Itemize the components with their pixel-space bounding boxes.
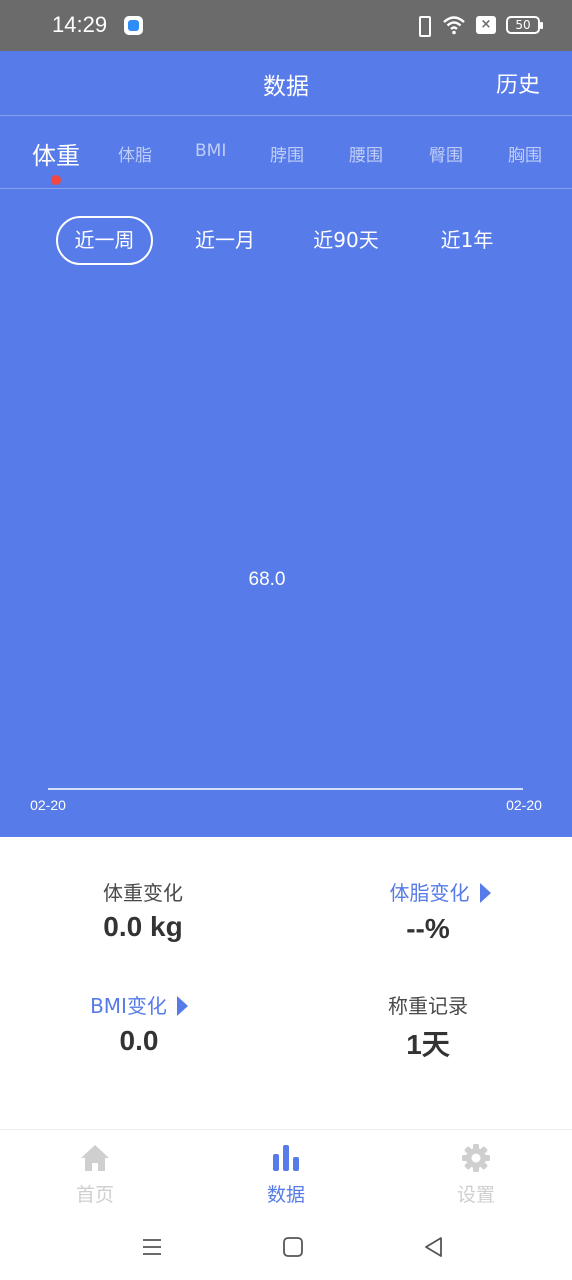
no-sim-icon: × xyxy=(476,16,496,34)
range-month-button[interactable]: 近一月 xyxy=(180,216,270,265)
x-axis-start-label: 02-20 xyxy=(30,797,66,813)
bar-chart-icon xyxy=(273,1145,299,1171)
wifi-icon xyxy=(443,16,465,35)
system-nav-bar xyxy=(0,1221,572,1280)
tab-bmi[interactable]: BMI xyxy=(195,141,226,161)
back-triangle-icon[interactable] xyxy=(422,1235,446,1259)
range-week-button[interactable]: 近一周 xyxy=(56,216,153,265)
stats-panel: 体重变化 0.0 kg 体脂变化 --% BMI变化 0.0 称重记录 1天 xyxy=(0,837,572,1129)
weigh-record-label: 称重记录 xyxy=(388,994,468,1018)
status-icons: × 50 xyxy=(414,13,543,37)
nav-home-label: 首页 xyxy=(75,1184,114,1206)
nav-settings[interactable]: 设置 xyxy=(426,1142,526,1207)
fat-change-link[interactable]: 体脂变化 xyxy=(340,877,540,906)
weigh-record-value: 1天 xyxy=(406,1029,450,1060)
tab-waist[interactable]: 腰围 xyxy=(349,141,383,166)
bmi-change-label: BMI变化 xyxy=(90,994,167,1018)
fat-change-value: --% xyxy=(406,913,450,944)
arrow-right-icon xyxy=(176,996,188,1016)
data-point-label: 68.0 xyxy=(249,569,286,590)
tab-neck[interactable]: 脖围 xyxy=(270,141,304,166)
status-time: 14:29 xyxy=(52,12,108,37)
nav-home[interactable]: 首页 xyxy=(45,1142,145,1207)
home-square-icon[interactable] xyxy=(281,1235,305,1259)
weight-chart: 68.0 02-20 02-20 xyxy=(30,569,542,813)
vibrate-icon xyxy=(414,15,432,37)
history-button[interactable]: 历史 xyxy=(496,67,540,99)
fat-change-label: 体脂变化 xyxy=(389,881,470,905)
app-notification-icon xyxy=(124,16,143,35)
chart-panel: 数据 历史 体重 体脂 BMI 脖围 腰围 臀围 胸围 近一周 近一月 近90天… xyxy=(0,51,572,837)
tab-weight[interactable]: 体重 xyxy=(32,136,80,171)
range-90days-button[interactable]: 近90天 xyxy=(300,216,392,265)
active-tab-indicator xyxy=(51,175,61,185)
bottom-nav: 首页 数据 设置 xyxy=(0,1129,572,1221)
title-bar: 数据 历史 xyxy=(0,51,572,115)
metric-tabs: 体重 体脂 BMI 脖围 腰围 臀围 胸围 xyxy=(0,116,572,188)
tab-body-fat[interactable]: 体脂 xyxy=(118,141,152,166)
status-bar: 14:29 × 50 xyxy=(0,0,572,51)
nav-settings-label: 设置 xyxy=(456,1184,495,1206)
bmi-change-value: 0.0 xyxy=(119,1025,159,1056)
tab-chest[interactable]: 胸围 xyxy=(508,141,542,166)
nav-data-label: 数据 xyxy=(266,1184,305,1206)
arrow-right-icon xyxy=(479,883,491,903)
range-year-button[interactable]: 近1年 xyxy=(425,216,509,265)
weight-change-value: 0.0 kg xyxy=(103,911,183,942)
nav-data[interactable]: 数据 xyxy=(236,1142,336,1207)
page-title: 数据 xyxy=(263,74,309,100)
divider xyxy=(0,188,572,189)
tab-hip[interactable]: 臀围 xyxy=(429,141,463,166)
bmi-change-link[interactable]: BMI变化 xyxy=(39,990,239,1019)
weight-change-label: 体重变化 xyxy=(103,881,183,905)
x-axis-end-label: 02-20 xyxy=(506,797,542,813)
battery-icon: 50 xyxy=(506,16,543,34)
menu-icon[interactable] xyxy=(140,1235,164,1259)
gear-icon xyxy=(462,1144,490,1172)
home-icon xyxy=(81,1145,109,1171)
